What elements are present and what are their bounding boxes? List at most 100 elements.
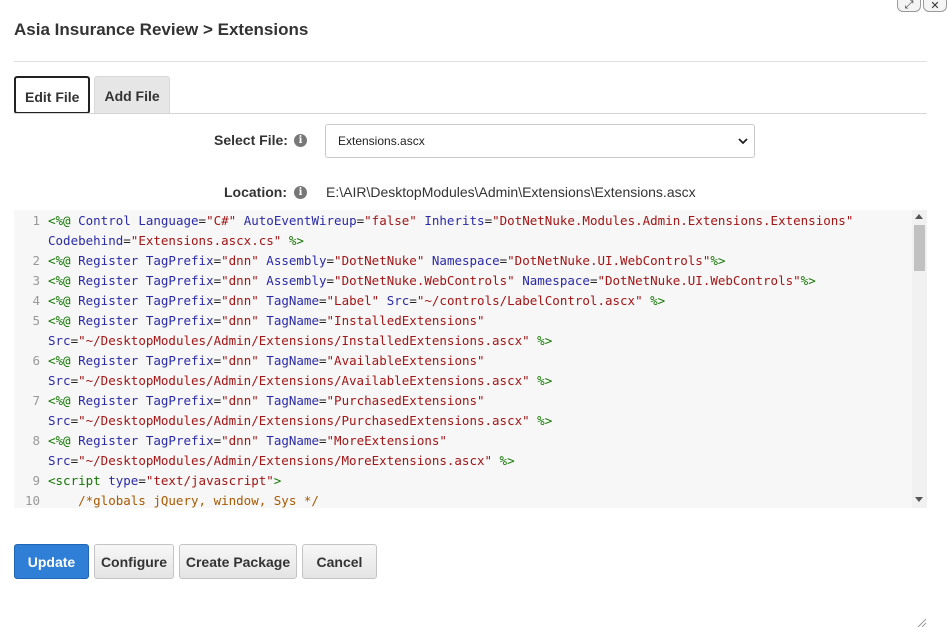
code-token: TagPrefix xyxy=(145,293,214,308)
info-icon[interactable]: i xyxy=(294,134,307,147)
code-token: TagPrefix xyxy=(145,273,214,288)
code-token: TagPrefix xyxy=(145,393,214,408)
code-token: <%@ xyxy=(48,293,79,308)
code-token: "PurchasedExtensions" xyxy=(326,393,485,408)
scroll-down-icon[interactable] xyxy=(915,497,923,502)
code-token: = xyxy=(356,213,365,228)
tab-add-file[interactable]: Add File xyxy=(94,76,170,114)
title-divider xyxy=(14,61,927,62)
expand-icon[interactable]: ⤢ xyxy=(897,0,921,12)
code-token: Src xyxy=(48,333,71,348)
resize-grip-icon[interactable] xyxy=(915,617,927,627)
code-token: Codebehind xyxy=(48,233,124,248)
code-token: = xyxy=(213,293,222,308)
line-number: 5 xyxy=(32,313,40,328)
code-text: Codebehind="Extensions.ascx.cs" %> xyxy=(48,231,304,251)
code-token: %> xyxy=(529,413,553,428)
code-token: TagName xyxy=(266,393,319,408)
code-token: = xyxy=(318,393,327,408)
configure-button[interactable]: Configure xyxy=(94,544,174,579)
code-token: "text/javascript" xyxy=(145,473,274,488)
line-number: 8 xyxy=(32,433,40,448)
code-token: type xyxy=(108,473,139,488)
code-token: "AvailableExtensions" xyxy=(326,353,485,368)
code-token: = xyxy=(318,293,327,308)
code-token: "dnn" xyxy=(221,393,259,408)
code-token: TagPrefix xyxy=(145,313,214,328)
code-token: "~/DesktopModules/Admin/Extensions/Purch… xyxy=(78,413,530,428)
code-token: TagName xyxy=(266,433,319,448)
code-token: Register xyxy=(78,253,139,268)
create-package-button[interactable]: Create Package xyxy=(179,544,297,579)
line-number: 6 xyxy=(32,353,40,368)
update-button[interactable]: Update xyxy=(14,544,89,579)
line-number: 10 xyxy=(24,493,40,508)
file-select[interactable]: Extensions.ascx xyxy=(325,124,755,158)
code-token: = xyxy=(326,273,335,288)
code-text: <%@ Register TagPrefix="dnn" TagName="Av… xyxy=(48,351,485,371)
scroll-thumb[interactable] xyxy=(914,225,925,271)
tab-edit-file[interactable]: Edit File xyxy=(14,76,91,114)
code-token: "~/DesktopModules/Admin/Extensions/MoreE… xyxy=(78,453,493,468)
dialog-title: Asia Insurance Review > Extensions xyxy=(14,20,309,39)
code-token: = xyxy=(70,413,79,428)
code-token: TagPrefix xyxy=(145,353,214,368)
code-token: = xyxy=(198,213,207,228)
code-token: "C#" xyxy=(206,213,237,228)
code-token: = xyxy=(213,433,222,448)
code-token: "dnn" xyxy=(221,433,259,448)
code-token: <%@ xyxy=(48,213,79,228)
code-token: = xyxy=(318,433,327,448)
tab-divider xyxy=(14,113,927,114)
cancel-button[interactable]: Cancel xyxy=(302,544,377,579)
line-number: 9 xyxy=(32,473,40,488)
code-text: <%@ Register TagPrefix="dnn" TagName="In… xyxy=(48,311,485,331)
code-token: Namespace xyxy=(431,253,500,268)
code-token: %> xyxy=(492,453,515,468)
location-path: E:\AIR\DesktopModules\Admin\Extensions\E… xyxy=(326,184,696,200)
code-token: "Extensions.ascx.cs" xyxy=(130,233,282,248)
info-icon[interactable]: i xyxy=(294,186,307,199)
code-token: Control xyxy=(78,213,131,228)
code-token: = xyxy=(213,353,222,368)
code-editor[interactable]: 1 <%@ Control Language="C#" AutoEventWire… xyxy=(14,210,927,508)
code-token: "dnn" xyxy=(221,253,259,268)
chevron-down-icon xyxy=(738,138,748,145)
code-token: = xyxy=(70,373,79,388)
location-label: Location: xyxy=(224,184,287,200)
code-token: = xyxy=(70,333,79,348)
code-text: <%@ Register TagPrefix="dnn" TagName="La… xyxy=(48,291,665,311)
code-token: %> xyxy=(529,333,553,348)
code-text: <%@ Register TagPrefix="dnn" TagName="Mo… xyxy=(48,431,447,451)
editor-scrollbar[interactable] xyxy=(912,210,927,508)
code-token: <%@ xyxy=(48,273,79,288)
code-token: %> xyxy=(529,373,553,388)
code-token: Inherits xyxy=(424,213,485,228)
code-token: = xyxy=(409,293,417,308)
close-icon[interactable]: ✕ xyxy=(923,0,947,12)
code-token: <script xyxy=(48,473,109,488)
code-token: TagPrefix xyxy=(145,433,214,448)
code-text: Src="~/DesktopModules/Admin/Extensions/P… xyxy=(48,411,552,431)
code-token: TagName xyxy=(266,353,319,368)
code-token: = xyxy=(318,313,327,328)
code-token: "dnn" xyxy=(221,293,259,308)
code-token: "dnn" xyxy=(221,313,259,328)
code-token: "~/DesktopModules/Admin/Extensions/Avail… xyxy=(78,373,530,388)
code-token: %> xyxy=(281,233,304,248)
code-token: Register xyxy=(78,433,139,448)
scroll-up-icon[interactable] xyxy=(915,214,923,219)
code-text: Src="~/DesktopModules/Admin/Extensions/M… xyxy=(48,451,515,471)
code-text: <%@ Register TagPrefix="dnn" Assembly="D… xyxy=(48,271,816,291)
code-token: = xyxy=(138,473,146,488)
code-token: "~/DesktopModules/Admin/Extensions/Insta… xyxy=(78,333,530,348)
code-token: AutoEventWireup xyxy=(243,213,357,228)
code-token: "~/controls/LabelControl.ascx" xyxy=(416,293,643,308)
code-token: "Label" xyxy=(326,293,380,308)
code-token: <%@ xyxy=(48,393,79,408)
